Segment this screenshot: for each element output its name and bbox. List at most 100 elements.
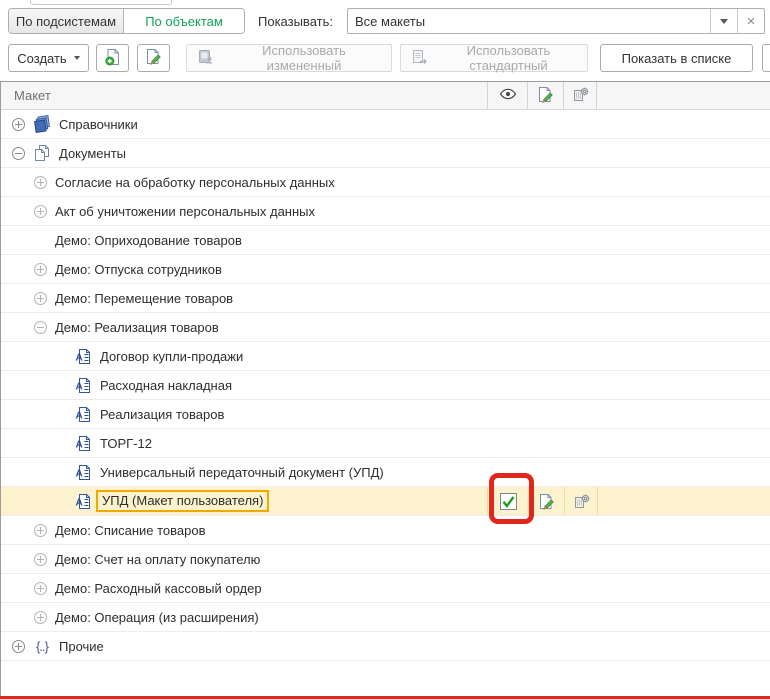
edit-template-icon <box>537 86 554 106</box>
row-label: Расходная накладная <box>100 378 232 393</box>
template-manager-window: По подсистемам По объектам Показывать: В… <box>0 0 770 699</box>
template-icon: А <box>75 492 92 510</box>
tree-row[interactable]: Демо: Операция (из расширения) <box>1 603 770 632</box>
tree-row[interactable]: А Реализация товаров <box>1 400 770 429</box>
structure-icon[interactable] <box>564 487 598 515</box>
caret-down-icon <box>720 19 728 24</box>
tree-row[interactable]: Демо: Реализация товаров <box>1 313 770 342</box>
show-filter-combobox[interactable]: Все макеты × <box>347 8 765 34</box>
template-icon: А <box>75 463 92 481</box>
tab-by-objects[interactable]: По объектам <box>124 9 244 33</box>
template-icon: А <box>75 347 92 365</box>
dropdown-button[interactable] <box>710 9 737 33</box>
grid-header: Макет <box>1 82 770 110</box>
row-label: Демо: Перемещение товаров <box>55 291 233 306</box>
svg-text:А: А <box>76 468 83 479</box>
row-label: Документы <box>59 146 126 161</box>
row-label: Справочники <box>59 117 138 132</box>
documents-icon <box>33 144 51 162</box>
expander-icon[interactable] <box>34 292 47 305</box>
add-template-button[interactable] <box>96 44 129 72</box>
row-action-cells <box>487 487 598 515</box>
use-modified-icon <box>197 49 215 68</box>
new-template-icon <box>104 48 122 69</box>
structure-icon <box>572 86 589 106</box>
toolbar: Создать <box>0 44 770 72</box>
row-label: Демо: Списание товаров <box>55 523 206 538</box>
expander-icon[interactable] <box>12 147 25 160</box>
row-label: Прочие <box>59 639 104 654</box>
create-button-label: Создать <box>17 51 66 66</box>
row-label: Согласие на обработку персональных данны… <box>55 175 335 190</box>
expander-icon[interactable] <box>34 176 47 189</box>
show-in-list-label: Показать в списке <box>622 51 732 66</box>
use-modified-checkbox[interactable] <box>487 487 528 515</box>
tree-row[interactable]: А Договор купли-продажи <box>1 342 770 371</box>
show-in-list-button[interactable]: Показать в списке <box>600 44 753 72</box>
row-label: Реализация товаров <box>100 407 224 422</box>
use-modified-button[interactable]: Использовать измененный <box>186 44 392 72</box>
cut-off-button-right[interactable] <box>762 44 770 72</box>
svg-text:А: А <box>76 381 83 392</box>
column-header-edit[interactable] <box>527 82 563 109</box>
use-standard-label: Использовать стандартный <box>436 43 581 73</box>
tree-row[interactable]: Демо: Перемещение товаров <box>1 284 770 313</box>
svg-text:А: А <box>76 352 83 363</box>
edit-template-icon[interactable] <box>528 487 564 515</box>
clear-filter-button[interactable]: × <box>737 9 764 33</box>
expander-icon[interactable] <box>34 524 47 537</box>
tree-row[interactable]: Демо: Расходный кассовый ордер <box>1 574 770 603</box>
expander-icon[interactable] <box>34 611 47 624</box>
tree-row[interactable]: Демо: Отпуска сотрудников <box>1 255 770 284</box>
use-modified-label: Использовать измененный <box>223 43 385 73</box>
tree-row[interactable]: А Расходная накладная <box>1 371 770 400</box>
expander-icon[interactable] <box>34 263 47 276</box>
tree-row[interactable]: Документы <box>1 139 770 168</box>
row-label: Демо: Оприходование товаров <box>55 233 242 248</box>
tab-by-subsystems[interactable]: По подсистемам <box>9 9 124 33</box>
tree-row[interactable]: А Универсальный передаточный документ (У… <box>1 458 770 487</box>
show-filter-label: Показывать: <box>258 14 333 29</box>
expander-icon[interactable] <box>34 205 47 218</box>
row-label: Демо: Отпуска сотрудников <box>55 262 222 277</box>
template-tree: Справочники <box>1 110 770 699</box>
row-label: Демо: Реализация товаров <box>55 320 219 335</box>
expander-icon[interactable] <box>12 118 25 131</box>
expander-icon[interactable] <box>34 582 47 595</box>
braces-icon: {..} <box>33 637 51 655</box>
use-standard-button[interactable]: Использовать стандартный <box>400 44 588 72</box>
svg-text:А: А <box>76 497 83 508</box>
tree-row[interactable]: А ТОРГ-12 <box>1 429 770 458</box>
clear-x-icon: × <box>747 14 756 29</box>
edit-template-button[interactable] <box>137 44 170 72</box>
expander-icon[interactable] <box>34 321 47 334</box>
caret-down-icon <box>74 56 80 60</box>
row-label: УПД (Макет пользователя) <box>96 490 269 512</box>
tree-row[interactable]: Демо: Оприходование товаров <box>1 226 770 255</box>
template-icon: А <box>75 434 92 452</box>
tree-row[interactable]: Демо: Списание товаров <box>1 516 770 545</box>
column-header-maket[interactable]: Макет <box>1 88 487 103</box>
tree-row[interactable]: Согласие на обработку персональных данны… <box>1 168 770 197</box>
tree-row[interactable]: Демо: Счет на оплату покупателю <box>1 545 770 574</box>
catalogs-icon <box>33 115 51 133</box>
expander-icon[interactable] <box>12 640 25 653</box>
view-mode-switch: По подсистемам По объектам <box>8 8 245 34</box>
svg-text:А: А <box>76 410 83 421</box>
combo-value: Все макеты <box>348 14 710 29</box>
filter-bar: По подсистемам По объектам Показывать: В… <box>0 8 770 34</box>
column-header-visibility[interactable] <box>487 82 527 109</box>
tree-row[interactable]: А УПД (Макет пользователя) <box>1 487 770 516</box>
tree-row[interactable]: {..} Прочие <box>1 632 770 661</box>
column-header-structure[interactable] <box>563 82 597 109</box>
row-label: ТОРГ-12 <box>100 436 152 451</box>
expander-icon[interactable] <box>34 553 47 566</box>
tree-row[interactable]: Справочники <box>1 110 770 139</box>
use-standard-icon <box>411 49 428 68</box>
row-label: Универсальный передаточный документ (УПД… <box>100 465 384 480</box>
edit-template-icon <box>145 48 162 68</box>
row-label: Акт об уничтожении персональных данных <box>55 204 315 219</box>
row-label: Демо: Операция (из расширения) <box>55 610 259 625</box>
create-button[interactable]: Создать <box>8 44 89 72</box>
tree-row[interactable]: Акт об уничтожении персональных данных <box>1 197 770 226</box>
